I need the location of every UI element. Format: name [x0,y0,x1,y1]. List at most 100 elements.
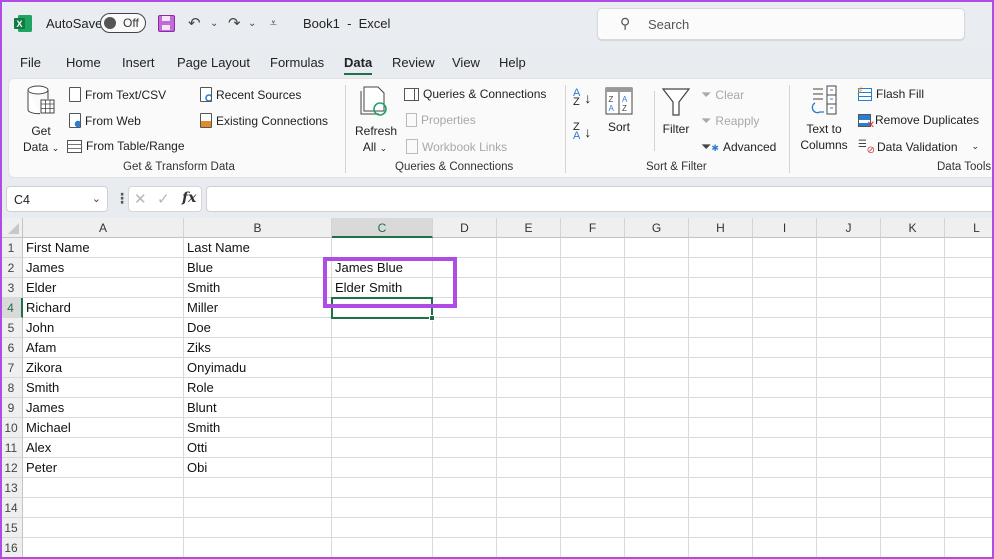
cell-d11[interactable] [433,438,497,458]
row-header-16[interactable]: 16 [0,538,23,558]
cell-a15[interactable] [23,518,184,538]
cell-g5[interactable] [625,318,689,338]
cell-d12[interactable] [433,458,497,478]
cell-c12[interactable] [332,458,433,478]
cell-e3[interactable] [497,278,561,298]
cell-d3[interactable] [433,278,497,298]
cell-b3[interactable]: Smith [184,278,332,298]
cell-k16[interactable] [881,538,945,558]
cell-b2[interactable]: Blue [184,258,332,278]
cell-a8[interactable]: Smith [23,378,184,398]
cell-c16[interactable] [332,538,433,558]
cell-i12[interactable] [753,458,817,478]
cell-h10[interactable] [689,418,753,438]
cell-e1[interactable] [497,238,561,258]
cell-i15[interactable] [753,518,817,538]
cell-f12[interactable] [561,458,625,478]
cell-j1[interactable] [817,238,881,258]
cell-f11[interactable] [561,438,625,458]
cell-a2[interactable]: James [23,258,184,278]
cell-d9[interactable] [433,398,497,418]
column-header-d[interactable]: D [433,218,497,238]
cell-h1[interactable] [689,238,753,258]
cell-j14[interactable] [817,498,881,518]
cell-k13[interactable] [881,478,945,498]
filter-button[interactable]: Filter [659,87,693,137]
cell-l8[interactable] [945,378,994,398]
cell-d2[interactable] [433,258,497,278]
cell-d1[interactable] [433,238,497,258]
formula-bar-options-icon[interactable]: ⋮ [115,190,129,207]
customize-qat-icon[interactable]: ⩡ [270,16,277,31]
column-header-k[interactable]: K [881,218,945,238]
row-header-2[interactable]: 2 [0,258,23,278]
cancel-entry-icon[interactable]: ✕ [134,190,147,208]
cell-i1[interactable] [753,238,817,258]
cell-j15[interactable] [817,518,881,538]
properties-button[interactable]: Properties [406,113,476,127]
cell-k14[interactable] [881,498,945,518]
sort-z-to-a-button[interactable]: Z A ↓ [573,122,591,142]
cell-k8[interactable] [881,378,945,398]
cell-b5[interactable]: Doe [184,318,332,338]
column-header-b[interactable]: B [184,218,332,238]
cell-l6[interactable] [945,338,994,358]
cell-c3[interactable]: Elder Smith [332,278,433,298]
cell-j16[interactable] [817,538,881,558]
cell-e9[interactable] [497,398,561,418]
cell-a16[interactable] [23,538,184,558]
tab-file[interactable]: File [20,55,41,70]
cell-a5[interactable]: John [23,318,184,338]
cell-e2[interactable] [497,258,561,278]
cell-c5[interactable] [332,318,433,338]
column-header-h[interactable]: H [689,218,753,238]
cell-j13[interactable] [817,478,881,498]
cell-g2[interactable] [625,258,689,278]
cell-k1[interactable] [881,238,945,258]
tab-review[interactable]: Review [392,55,435,70]
cell-h13[interactable] [689,478,753,498]
column-header-f[interactable]: F [561,218,625,238]
cell-i11[interactable] [753,438,817,458]
cell-g14[interactable] [625,498,689,518]
cell-g6[interactable] [625,338,689,358]
queries-connections-button[interactable]: Queries & Connections [404,87,546,101]
cell-i13[interactable] [753,478,817,498]
cell-g12[interactable] [625,458,689,478]
from-web-button[interactable]: From Web [69,113,141,128]
cell-e14[interactable] [497,498,561,518]
cell-c11[interactable] [332,438,433,458]
cell-h16[interactable] [689,538,753,558]
cell-l1[interactable] [945,238,994,258]
cell-b10[interactable]: Smith [184,418,332,438]
cell-a14[interactable] [23,498,184,518]
row-header-13[interactable]: 13 [0,478,23,498]
cell-l7[interactable] [945,358,994,378]
recent-sources-button[interactable]: Recent Sources [200,87,301,102]
cell-f5[interactable] [561,318,625,338]
cell-b8[interactable]: Role [184,378,332,398]
cell-g4[interactable] [625,298,689,318]
cell-j3[interactable] [817,278,881,298]
row-header-5[interactable]: 5 [0,318,23,338]
cell-f7[interactable] [561,358,625,378]
insert-function-icon[interactable]: fx [182,190,196,206]
cell-l11[interactable] [945,438,994,458]
cell-j12[interactable] [817,458,881,478]
cell-d16[interactable] [433,538,497,558]
cell-g15[interactable] [625,518,689,538]
cell-d8[interactable] [433,378,497,398]
cell-l15[interactable] [945,518,994,538]
cell-j4[interactable] [817,298,881,318]
cell-f8[interactable] [561,378,625,398]
cell-g11[interactable] [625,438,689,458]
name-box[interactable]: C4 ⌄ [6,186,108,212]
sort-a-to-z-button[interactable]: A Z ↓ [573,88,591,108]
tab-home[interactable]: Home [66,55,101,70]
cell-g1[interactable] [625,238,689,258]
cell-i14[interactable] [753,498,817,518]
cell-c15[interactable] [332,518,433,538]
cell-l4[interactable] [945,298,994,318]
select-all-button[interactable] [0,218,23,238]
cell-e10[interactable] [497,418,561,438]
